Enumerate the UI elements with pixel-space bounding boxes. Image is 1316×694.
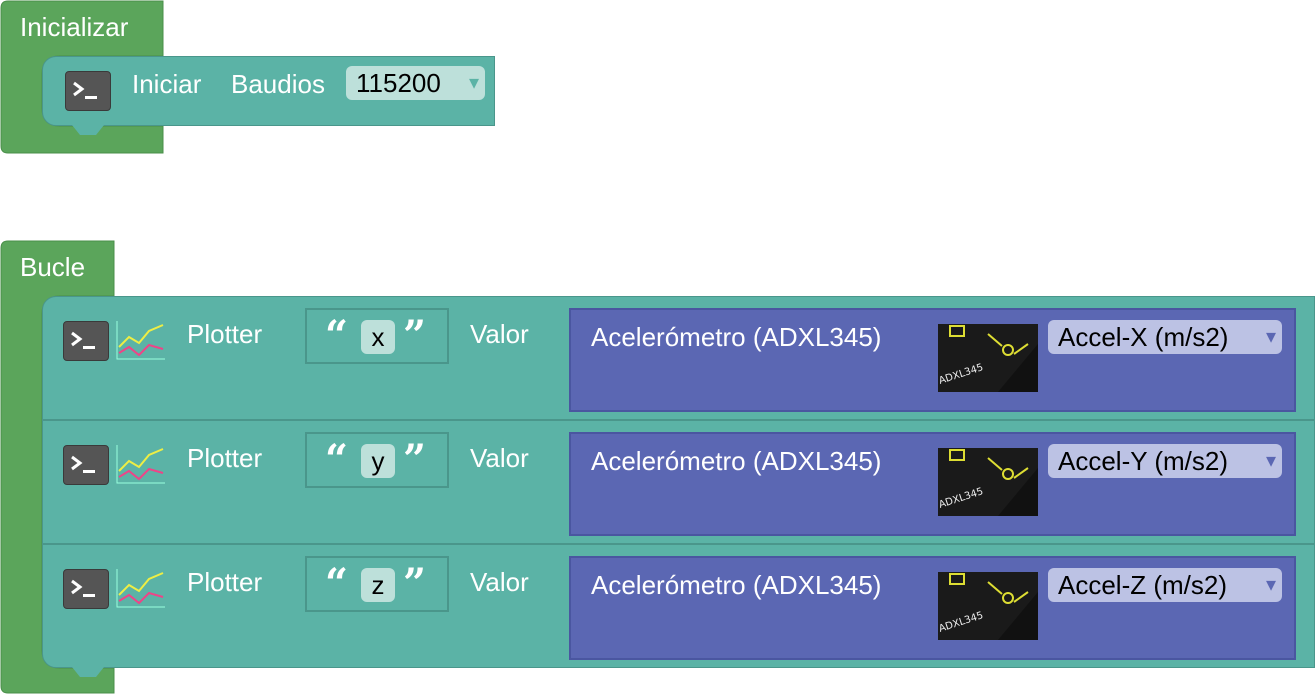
text-string-block[interactable]: “ x ”	[305, 308, 449, 364]
open-quote-icon: “	[325, 560, 349, 607]
valor-label: Valor	[470, 319, 529, 349]
accelerometer-block[interactable]: Acelerómetro (ADXL345) ADXL345 Accel-Y (…	[569, 432, 1296, 536]
terminal-icon	[65, 71, 111, 111]
sensor-label: Acelerómetro (ADXL345)	[591, 322, 882, 352]
close-quote-icon: ”	[403, 560, 427, 607]
axis-value: Accel-Z (m/s2)	[1058, 570, 1227, 600]
accelerometer-block[interactable]: Acelerómetro (ADXL345) ADXL345 Accel-X (…	[569, 308, 1296, 412]
block-notch	[72, 667, 104, 677]
plotter-label: Plotter	[187, 319, 263, 349]
adxl345-sensor-image: ADXL345	[938, 324, 1038, 392]
axis-dropdown[interactable]: Accel-Z (m/s2) ▾	[1048, 568, 1282, 602]
block-notch	[72, 125, 104, 135]
serial-begin-block[interactable]: Iniciar Baudios 115200 ▾	[42, 56, 495, 126]
open-quote-icon: “	[325, 312, 349, 359]
terminal-icon	[63, 569, 109, 609]
string-input[interactable]: y	[361, 444, 395, 478]
plotter-block[interactable]: Plotter “ x ” Valor Acelerómetro (ADXL34…	[42, 296, 1315, 420]
chevron-down-icon: ▾	[1265, 574, 1276, 596]
baud-rate-dropdown[interactable]: 115200 ▾	[346, 66, 485, 100]
plotter-block[interactable]: Plotter “ y ” Valor Acelerómetro (ADXL34…	[42, 420, 1315, 544]
axis-dropdown[interactable]: Accel-Y (m/s2) ▾	[1048, 444, 1282, 478]
terminal-icon	[63, 321, 109, 361]
terminal-icon	[63, 445, 109, 485]
axis-value: Accel-X (m/s2)	[1058, 322, 1229, 352]
adxl345-sensor-image: ADXL345	[938, 448, 1038, 516]
plotter-label: Plotter	[187, 567, 263, 597]
text-string-block[interactable]: “ z ”	[305, 556, 449, 612]
sensor-label: Acelerómetro (ADXL345)	[591, 570, 882, 600]
baudios-label: Baudios	[231, 69, 325, 99]
adxl345-sensor-image: ADXL345	[938, 572, 1038, 640]
valor-label: Valor	[470, 567, 529, 597]
sensor-label: Acelerómetro (ADXL345)	[591, 446, 882, 476]
baud-rate-value: 115200	[356, 68, 441, 98]
accelerometer-block[interactable]: Acelerómetro (ADXL345) ADXL345 Accel-Z (…	[569, 556, 1296, 660]
text-string-block[interactable]: “ y ”	[305, 432, 449, 488]
plotter-block[interactable]: Plotter “ z ” Valor Acelerómetro (ADXL34…	[42, 544, 1315, 668]
setup-header: Inicializar	[20, 12, 129, 42]
string-input[interactable]: x	[361, 320, 395, 354]
close-quote-icon: ”	[403, 436, 427, 483]
axis-dropdown[interactable]: Accel-X (m/s2) ▾	[1048, 320, 1282, 354]
iniciar-label: Iniciar	[132, 69, 202, 99]
line-chart-icon	[116, 445, 165, 484]
axis-value: Accel-Y (m/s2)	[1058, 446, 1228, 476]
line-chart-icon	[116, 569, 165, 608]
string-input[interactable]: z	[361, 568, 395, 602]
plotter-label: Plotter	[187, 443, 263, 473]
loop-header: Bucle	[20, 252, 86, 282]
valor-label: Valor	[470, 443, 529, 473]
line-chart-icon	[116, 321, 165, 360]
close-quote-icon: ”	[403, 312, 427, 359]
chevron-down-icon: ▾	[1265, 450, 1276, 472]
chevron-down-icon: ▾	[1265, 326, 1276, 348]
open-quote-icon: “	[325, 436, 349, 483]
chevron-down-icon: ▾	[468, 72, 479, 94]
